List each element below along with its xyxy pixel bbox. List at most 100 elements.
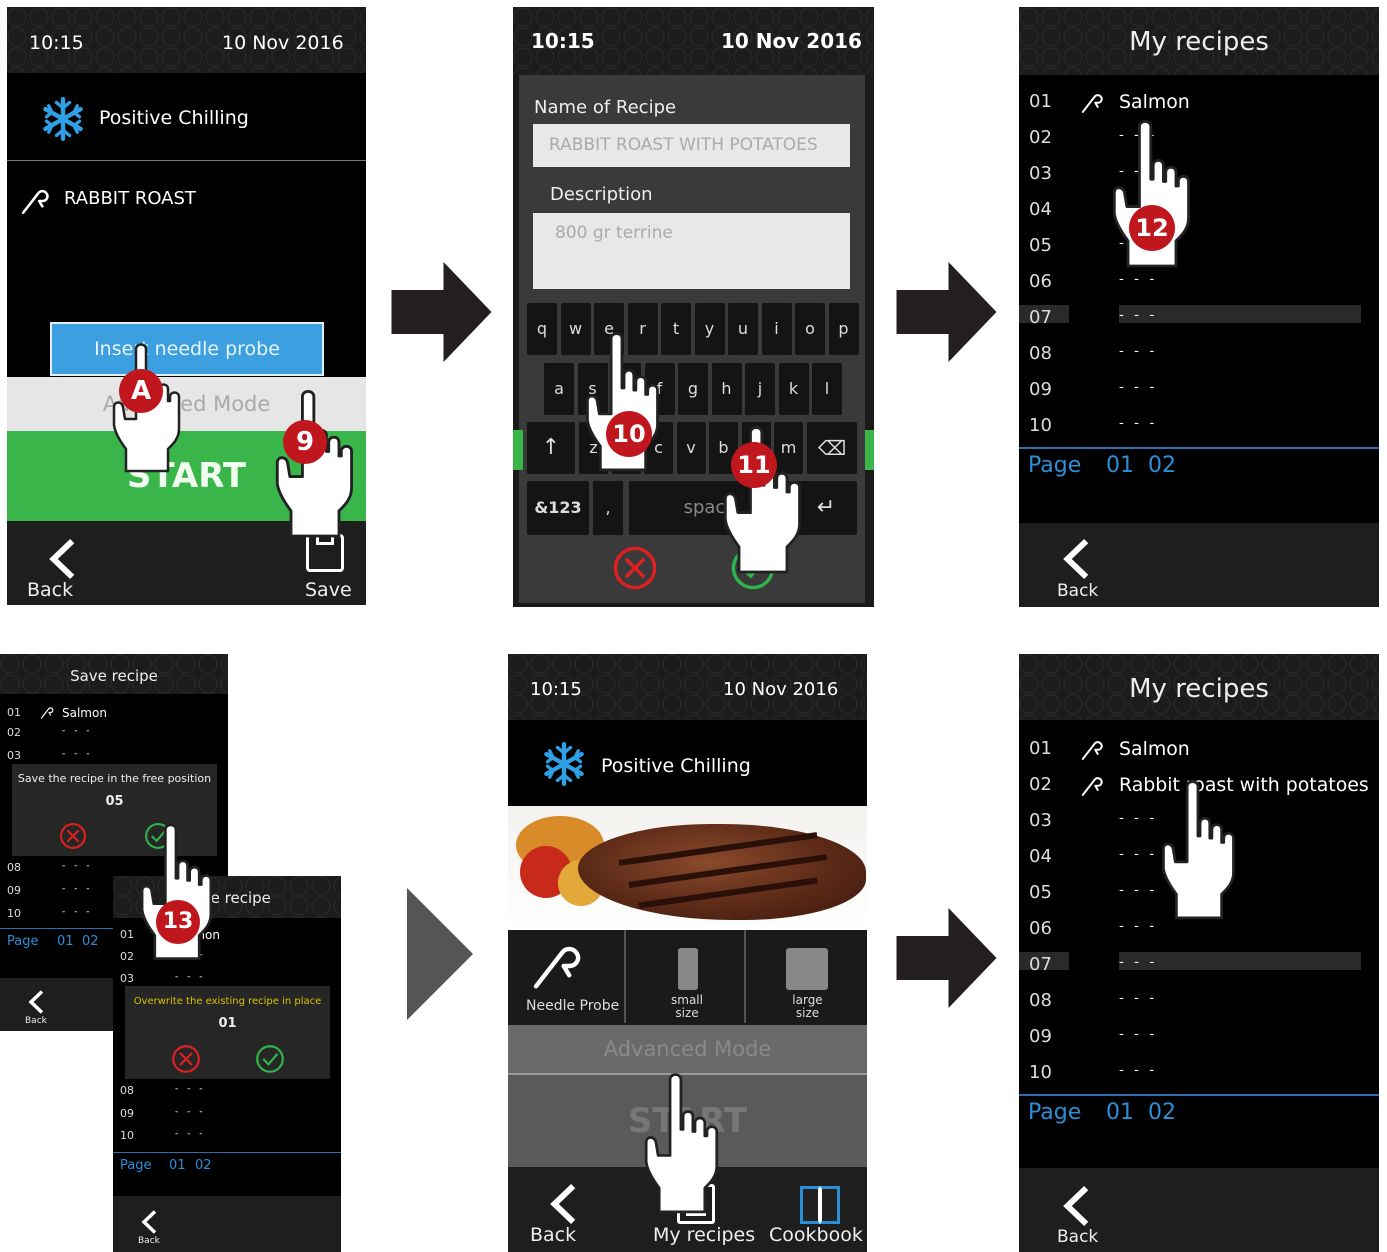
probe-icon xyxy=(1081,92,1106,114)
recipe-name-field[interactable]: RABBIT ROAST WITH POTATOES xyxy=(533,124,850,167)
large-size-option[interactable]: large size xyxy=(748,930,867,1023)
flow-arrow-icon xyxy=(895,262,998,362)
save-icon[interactable] xyxy=(306,534,344,572)
recipe-row[interactable]: 01 Salmon xyxy=(1019,91,1379,127)
key-p[interactable]: p xyxy=(828,303,859,355)
recipe-row[interactable]: 09 - - - xyxy=(113,1107,341,1127)
page-link-01[interactable]: 01 xyxy=(1106,453,1134,478)
save-label[interactable]: Save xyxy=(305,579,352,601)
back-icon[interactable] xyxy=(546,1182,580,1226)
screen-home-recipe: 10:15 10 Nov 2016 Positive Chilling Need… xyxy=(508,654,867,1252)
recipe-row[interactable]: 01 Salmon xyxy=(0,706,228,726)
recipe-name: - - - xyxy=(1119,882,1158,898)
cancel-icon[interactable] xyxy=(171,1044,201,1074)
recipe-row[interactable]: 10 - - - xyxy=(113,1129,341,1149)
insert-probe-button[interactable]: Insert needle probe xyxy=(50,322,324,376)
key-y[interactable]: y xyxy=(694,303,725,355)
recipe-row[interactable]: 04- - - xyxy=(1019,199,1379,235)
key-u[interactable]: u xyxy=(728,303,758,355)
back-icon[interactable] xyxy=(139,1208,159,1236)
cancel-icon[interactable] xyxy=(612,545,658,591)
needle-probe-option[interactable]: Needle Probe xyxy=(508,930,626,1023)
step-badge-12: 12 xyxy=(1129,205,1175,251)
back-icon[interactable] xyxy=(1059,1184,1093,1228)
back-icon[interactable] xyxy=(26,988,46,1016)
recipe-row[interactable]: 08 - - - xyxy=(1019,990,1379,1026)
key-l[interactable]: l xyxy=(812,363,842,415)
recipe-row[interactable]: 03- - - xyxy=(1019,163,1379,199)
recipe-row[interactable]: 07 - - - xyxy=(1019,307,1379,343)
recipe-name: - - - xyxy=(1119,1026,1158,1042)
key-j[interactable]: j xyxy=(745,363,775,415)
confirm-icon[interactable] xyxy=(255,1044,285,1074)
recipe-row[interactable]: 02- - - xyxy=(1019,127,1379,163)
clock: 10:15 xyxy=(531,29,595,53)
recipe-name: - - - xyxy=(1119,846,1158,862)
recipe-row[interactable]: 06 - - - xyxy=(1019,918,1379,954)
recipe-row[interactable]: 08 - - - xyxy=(113,1084,341,1104)
recipe-number: 10 xyxy=(120,1129,134,1142)
recipe-name: Salmon xyxy=(1119,738,1190,760)
recipe-row[interactable]: 06 - - - xyxy=(1019,271,1379,307)
recipe-row[interactable]: 05- - - xyxy=(1019,235,1379,271)
recipe-number: 09 xyxy=(7,884,21,897)
key-v[interactable]: v xyxy=(676,422,706,474)
key-k[interactable]: k xyxy=(778,363,809,415)
cookbook-label[interactable]: Cookbook xyxy=(769,1224,863,1246)
backspace-key[interactable]: ⌫ xyxy=(807,422,857,474)
page-link-02[interactable]: 02 xyxy=(1148,1100,1176,1125)
advanced-mode-label: Advanced Mode xyxy=(603,1037,772,1061)
recipe-row[interactable]: 10 - - - xyxy=(1019,1062,1379,1098)
page-link-02[interactable]: 02 xyxy=(195,1158,212,1173)
pointing-hand-icon xyxy=(1161,780,1237,920)
cancel-icon[interactable] xyxy=(59,822,87,850)
small-size-option[interactable]: small size xyxy=(628,930,746,1023)
page-link-02[interactable]: 02 xyxy=(82,934,99,949)
my-recipes-label[interactable]: My recipes xyxy=(653,1224,755,1246)
back-label[interactable]: Back xyxy=(27,579,73,601)
back-icon[interactable] xyxy=(45,537,79,581)
description-field[interactable]: 800 gr terrine xyxy=(533,213,850,289)
mode-label: Positive Chilling xyxy=(99,107,249,129)
recipe-number: 03 xyxy=(1029,810,1052,831)
recipe-name: - - - xyxy=(62,726,93,736)
key-g[interactable]: g xyxy=(678,363,708,415)
back-label[interactable]: Back xyxy=(25,1016,47,1026)
recipe-row[interactable]: 09 - - - xyxy=(1019,1026,1379,1062)
recipe-number: 08 xyxy=(120,1084,134,1097)
page-link-01[interactable]: 01 xyxy=(57,934,74,949)
back-icon[interactable] xyxy=(1059,537,1093,581)
recipe-row[interactable]: 10 - - - xyxy=(1019,415,1379,451)
recipe-row[interactable]: 07 - - - xyxy=(1019,954,1379,990)
page-label: Page xyxy=(120,1158,152,1173)
cookbook-icon[interactable] xyxy=(800,1182,842,1226)
page-link-02[interactable]: 02 xyxy=(1148,453,1176,478)
key-i[interactable]: i xyxy=(761,303,792,355)
key-t[interactable]: t xyxy=(661,303,691,355)
recipe-number: 09 xyxy=(1029,1026,1052,1047)
probe-icon xyxy=(532,942,588,990)
back-label[interactable]: Back xyxy=(1057,581,1098,601)
recipe-row[interactable]: 09 - - - xyxy=(1019,379,1379,415)
back-label[interactable]: Back xyxy=(530,1224,576,1246)
recipe-number: 03 xyxy=(120,972,134,985)
recipe-row[interactable]: 01 Salmon xyxy=(1019,738,1379,774)
key-q[interactable]: q xyxy=(527,303,557,355)
key-a[interactable]: a xyxy=(544,363,574,415)
recipe-name: Rabbit roast with potatoes xyxy=(1119,774,1369,796)
recipe-number: 10 xyxy=(1029,1062,1052,1083)
comma-key[interactable]: , xyxy=(593,481,623,535)
symbols-key[interactable]: &123 xyxy=(527,481,589,535)
recipe-number: 01 xyxy=(1029,91,1052,112)
step-badge-9: 9 xyxy=(283,420,327,464)
recipe-row[interactable]: 08 - - - xyxy=(1019,343,1379,379)
back-label[interactable]: Back xyxy=(138,1236,160,1246)
page-link-01[interactable]: 01 xyxy=(169,1158,186,1173)
enter-key[interactable]: ↵ xyxy=(795,481,857,535)
shift-key[interactable]: ↑ xyxy=(527,422,575,474)
recipe-row[interactable]: 02- - - xyxy=(0,726,228,746)
page-link-01[interactable]: 01 xyxy=(1106,1100,1134,1125)
key-h[interactable]: h xyxy=(711,363,742,415)
back-label[interactable]: Back xyxy=(1057,1227,1098,1247)
key-o[interactable]: o xyxy=(795,303,825,355)
